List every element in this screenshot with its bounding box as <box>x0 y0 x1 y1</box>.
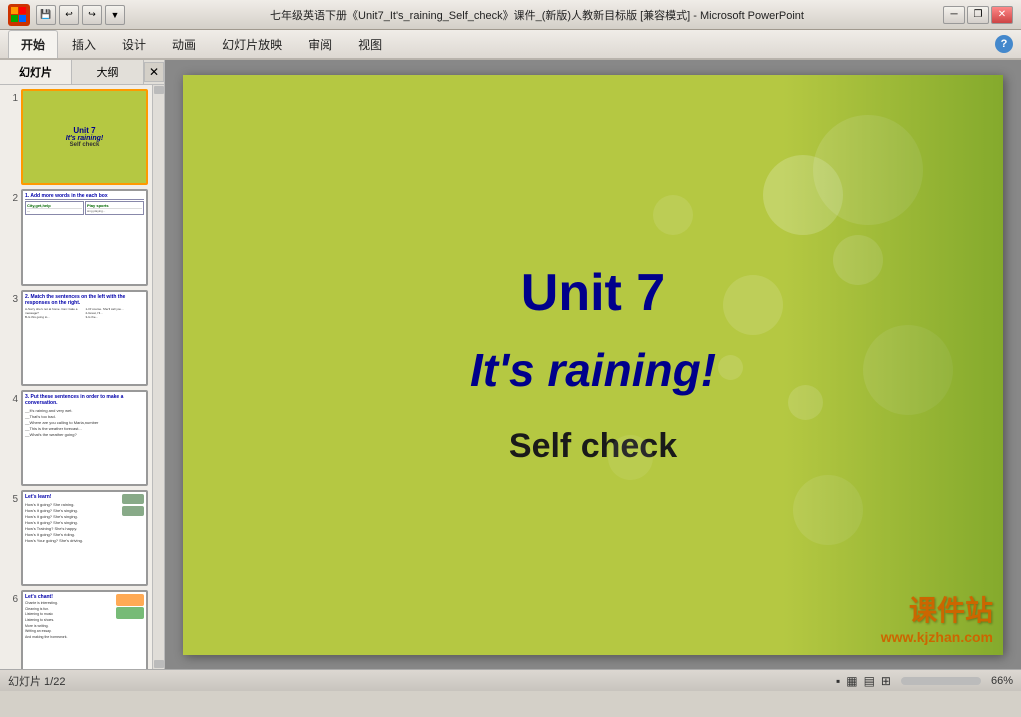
save-icon[interactable]: 💾 <box>36 5 56 25</box>
title-bar: 💾 ↩ ↪ ▼ 七年级英语下册《Unit7_It's_raining_Self_… <box>0 0 1021 30</box>
view-presenter-icon[interactable]: ⊞ <box>881 674 891 688</box>
sidebar: 幻灯片 大纲 ✕ 1 Unit 7 It's raining! Self che… <box>0 60 165 669</box>
slide-num-1: 1 <box>4 93 18 104</box>
slide-thumb-6[interactable]: 6 Let's chant! Chante is interesting. Cl… <box>4 590 148 669</box>
redo-icon[interactable]: ↪ <box>82 5 102 25</box>
tab-review[interactable]: 审阅 <box>296 30 344 58</box>
slide1-thumb: Unit 7 It's raining! Self check <box>23 91 146 183</box>
ribbon: 开始 插入 设计 动画 幻灯片放映 审阅 视图 ? <box>0 30 1021 60</box>
tab-design[interactable]: 设计 <box>110 30 158 58</box>
sidebar-content-row: 1 Unit 7 It's raining! Self check 2 <box>0 85 164 669</box>
slide-num-4: 4 <box>4 394 18 405</box>
tab-outline[interactable]: 大纲 <box>72 60 144 84</box>
slide-content-area: Unit 7 It's raining! Self check <box>183 75 1003 655</box>
slide-img-3[interactable]: 2. Match the sentences on the left with … <box>21 290 148 386</box>
slide-subtitle: It's raining! <box>470 343 716 397</box>
sidebar-tabs-row: 幻灯片 大纲 ✕ <box>0 60 164 85</box>
toolbar-buttons: 💾 ↩ ↪ ▼ <box>36 5 125 25</box>
app-logo <box>8 4 30 26</box>
watermark-url: www.kjzhan.com <box>881 629 993 645</box>
slide-num-3: 3 <box>4 294 18 305</box>
sidebar-close-button[interactable]: ✕ <box>144 62 164 82</box>
tab-start[interactable]: 开始 <box>8 30 58 58</box>
view-slide-icon[interactable]: ▦ <box>846 674 857 688</box>
tab-animation[interactable]: 动画 <box>160 30 208 58</box>
tab-slideshow[interactable]: 幻灯片放映 <box>210 30 294 58</box>
slide-display-area: Unit 7 It's raining! Self check 课件站 www.… <box>165 60 1021 669</box>
close-button[interactable]: ✕ <box>991 6 1013 24</box>
slide-thumb-5[interactable]: 5 Let's learn! How's it going? She raini… <box>4 490 148 586</box>
slide-thumb-4[interactable]: 4 3. Put these sentences in order to mak… <box>4 390 148 486</box>
slide-num-5: 5 <box>4 494 18 505</box>
slide-img-2[interactable]: 1. Add more words in the each box City,g… <box>21 189 148 285</box>
slide-num-6: 6 <box>4 594 18 605</box>
slide-img-4[interactable]: 3. Put these sentences in order to make … <box>21 390 148 486</box>
status-bar: 幻灯片 1/22 ▪ ▦ ▤ ⊞ 66% <box>0 669 1021 691</box>
zoom-level: 66% <box>991 675 1013 687</box>
zoom-slider[interactable] <box>901 677 981 685</box>
slide1-text: Unit 7 It's raining! Self check <box>23 91 146 183</box>
window-controls: ─ ❐ ✕ <box>943 6 1013 24</box>
undo-icon[interactable]: ↩ <box>59 5 79 25</box>
slide-num-2: 2 <box>4 193 18 204</box>
view-normal-icon[interactable]: ▪ <box>836 674 840 688</box>
view-reading-icon[interactable]: ▤ <box>864 674 875 688</box>
slide-count: 幻灯片 1/22 <box>8 673 65 689</box>
main-slide: Unit 7 It's raining! Self check 课件站 www.… <box>183 75 1003 655</box>
slide-img-5[interactable]: Let's learn! How's it going? She raining… <box>21 490 148 586</box>
slides-panel[interactable]: 1 Unit 7 It's raining! Self check 2 <box>0 85 152 669</box>
slide-thumb-2[interactable]: 2 1. Add more words in the each box City… <box>4 189 148 285</box>
tab-insert[interactable]: 插入 <box>60 30 108 58</box>
slide-unit-title: Unit 7 <box>521 263 665 323</box>
dropdown-icon[interactable]: ▼ <box>105 5 125 25</box>
tab-view[interactable]: 视图 <box>346 30 394 58</box>
slide-img-1[interactable]: Unit 7 It's raining! Self check <box>21 89 148 185</box>
watermark-cn-text: 课件站 <box>881 589 993 629</box>
help-icon[interactable]: ? <box>995 35 1013 53</box>
restore-button[interactable]: ❐ <box>967 6 989 24</box>
slide-img-6[interactable]: Let's chant! Chante is interesting. Clea… <box>21 590 148 669</box>
watermark: 课件站 www.kjzhan.com <box>881 589 993 645</box>
status-right: ▪ ▦ ▤ ⊞ 66% <box>836 674 1013 688</box>
slide-thumb-3[interactable]: 3 2. Match the sentences on the left wit… <box>4 290 148 386</box>
slide-thumb-1[interactable]: 1 Unit 7 It's raining! Self check <box>4 89 148 185</box>
tab-slides[interactable]: 幻灯片 <box>0 60 72 84</box>
window-title: 七年级英语下册《Unit7_It's_raining_Self_check》课件… <box>131 7 943 23</box>
sidebar-scrollbar[interactable] <box>152 85 164 669</box>
main-area: 幻灯片 大纲 ✕ 1 Unit 7 It's raining! Self che… <box>0 60 1021 669</box>
slide-selfcheck: Self check <box>509 427 677 466</box>
minimize-button[interactable]: ─ <box>943 6 965 24</box>
